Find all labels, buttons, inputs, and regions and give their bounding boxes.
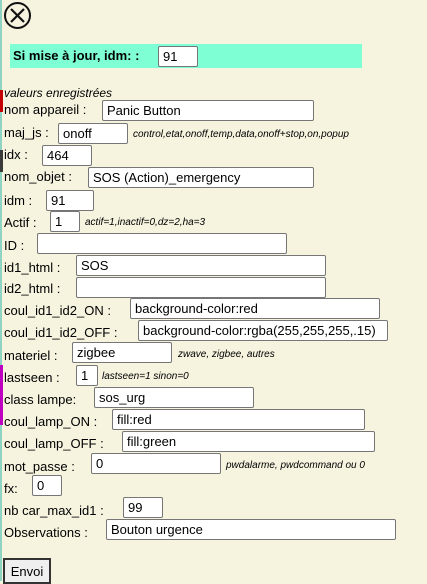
update-banner: Si mise à jour, idm: : 91 xyxy=(10,44,362,68)
edge-marker xyxy=(0,365,3,425)
lastseen-label: lastseen : xyxy=(4,370,60,385)
nom-appareil-label: nom appareil : xyxy=(4,102,87,117)
id2-html-input[interactable] xyxy=(76,277,326,298)
nb-car-max-id1-input[interactable]: 99 xyxy=(123,497,163,518)
coul-id1-id2-on-label: coul_id1_id2_ON : xyxy=(4,303,111,318)
nom-appareil-input[interactable]: Panic Button xyxy=(102,100,314,121)
submit-button[interactable]: Envoi xyxy=(3,558,51,584)
materiel-input[interactable]: zigbee xyxy=(72,342,172,363)
update-idm-input[interactable]: 91 xyxy=(158,46,198,67)
mot-passe-input[interactable]: 0 xyxy=(91,453,221,474)
section-title: valeurs enregistrées xyxy=(4,86,113,100)
mot-passe-label: mot_passe : xyxy=(4,459,75,474)
idm-input[interactable]: 91 xyxy=(46,190,94,211)
coul-id1-id2-on-input[interactable]: background-color:red xyxy=(130,298,380,319)
lastseen-input[interactable]: 1 xyxy=(76,365,98,386)
class-lampe-input[interactable]: sos_urg xyxy=(94,387,254,408)
lastseen-hint: lastseen=1 sinon=0 xyxy=(102,371,189,382)
id-input[interactable] xyxy=(37,233,287,254)
materiel-hint: zwave, zigbee, autres xyxy=(178,349,275,360)
id1-html-input[interactable]: SOS xyxy=(76,255,326,276)
idx-label: idx : xyxy=(4,147,28,162)
fx-label: fx: xyxy=(4,481,18,496)
edge-marker xyxy=(0,150,3,172)
idm-label: idm : xyxy=(4,193,33,208)
actif-input[interactable]: 1 xyxy=(50,211,80,232)
observations-label: Observations : xyxy=(4,525,88,540)
observations-input[interactable]: Bouton urgence xyxy=(106,519,396,540)
coul-lamp-on-input[interactable]: fill:red xyxy=(112,409,365,430)
coul-lamp-off-input[interactable]: fill:green xyxy=(122,431,375,452)
actif-hint: actif=1,inactif=0,dz=2,ha=3 xyxy=(85,217,206,228)
coul-lamp-off-label: coul_lamp_OFF : xyxy=(4,436,104,451)
idx-input[interactable]: 464 xyxy=(42,145,92,166)
update-label: Si mise à jour, idm: : xyxy=(13,48,140,63)
maj-js-label: maj_js : xyxy=(4,125,49,140)
edge-marker xyxy=(0,90,3,112)
materiel-label: materiel : xyxy=(4,348,58,363)
left-edge-line xyxy=(0,0,2,581)
close-icon xyxy=(10,8,25,23)
close-button[interactable] xyxy=(4,2,31,29)
nom-objet-input[interactable]: SOS (Action)_emergency xyxy=(88,167,314,188)
nom-objet-label: nom_objet : xyxy=(4,169,72,184)
id1-html-label: id1_html : xyxy=(4,260,61,275)
mot-passe-hint: pwdalarme, pwdcommand ou 0 xyxy=(226,460,365,471)
nb-car-max-id1-label: nb car_max_id1 : xyxy=(4,503,104,518)
id2-html-label: id2_html : xyxy=(4,281,61,296)
coul-id1-id2-off-input[interactable]: background-color:rgba(255,255,255,.15) xyxy=(138,320,388,341)
maj-js-hint: control,etat,onoff,temp,data,onoff+stop,… xyxy=(133,129,349,140)
coul-id1-id2-off-label: coul_id1_id2_OFF : xyxy=(4,325,118,340)
actif-label: Actif : xyxy=(4,215,37,230)
fx-input[interactable]: 0 xyxy=(32,475,62,496)
id-label: ID : xyxy=(4,238,25,253)
coul-lamp-on-label: coul_lamp_ON : xyxy=(4,414,98,429)
maj-js-input[interactable]: onoff xyxy=(58,123,128,144)
class-lampe-label: class lampe: xyxy=(4,392,77,407)
